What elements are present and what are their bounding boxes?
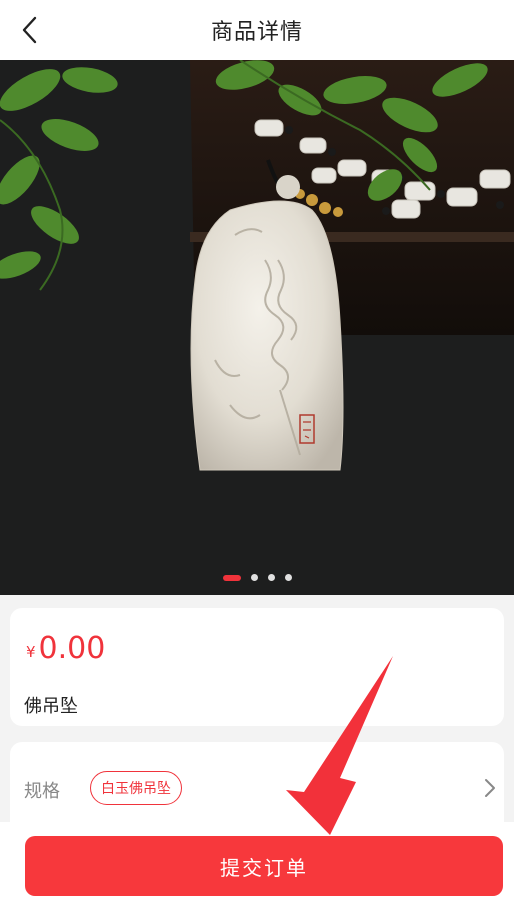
price-value: 0.00: [38, 631, 106, 666]
submit-order-button[interactable]: 提交订单: [25, 836, 503, 896]
nav-bar: 商品详情: [0, 0, 514, 60]
product-image: [0, 60, 514, 595]
bottom-action-bar: 提交订单: [0, 822, 514, 901]
chevron-left-icon: [22, 16, 37, 44]
carousel-dot[interactable]: [267, 574, 275, 581]
product-image-carousel[interactable]: [0, 60, 514, 595]
product-name: 佛吊坠: [24, 696, 78, 717]
carousel-dot[interactable]: [284, 574, 292, 581]
spec-option-tag[interactable]: 白玉佛吊坠: [90, 771, 182, 805]
back-button[interactable]: [12, 12, 48, 48]
page-title: 商品详情: [210, 20, 303, 45]
price-card: ¥ 0.00 佛吊坠: [10, 608, 504, 726]
currency-symbol: ¥: [26, 643, 36, 661]
spec-label: 规格: [24, 781, 60, 802]
carousel-dot[interactable]: [222, 574, 241, 581]
carousel-dot[interactable]: [250, 574, 258, 581]
chevron-right-icon[interactable]: [482, 776, 498, 804]
carousel-indicator: [0, 574, 514, 581]
price: ¥ 0.00: [26, 632, 105, 666]
